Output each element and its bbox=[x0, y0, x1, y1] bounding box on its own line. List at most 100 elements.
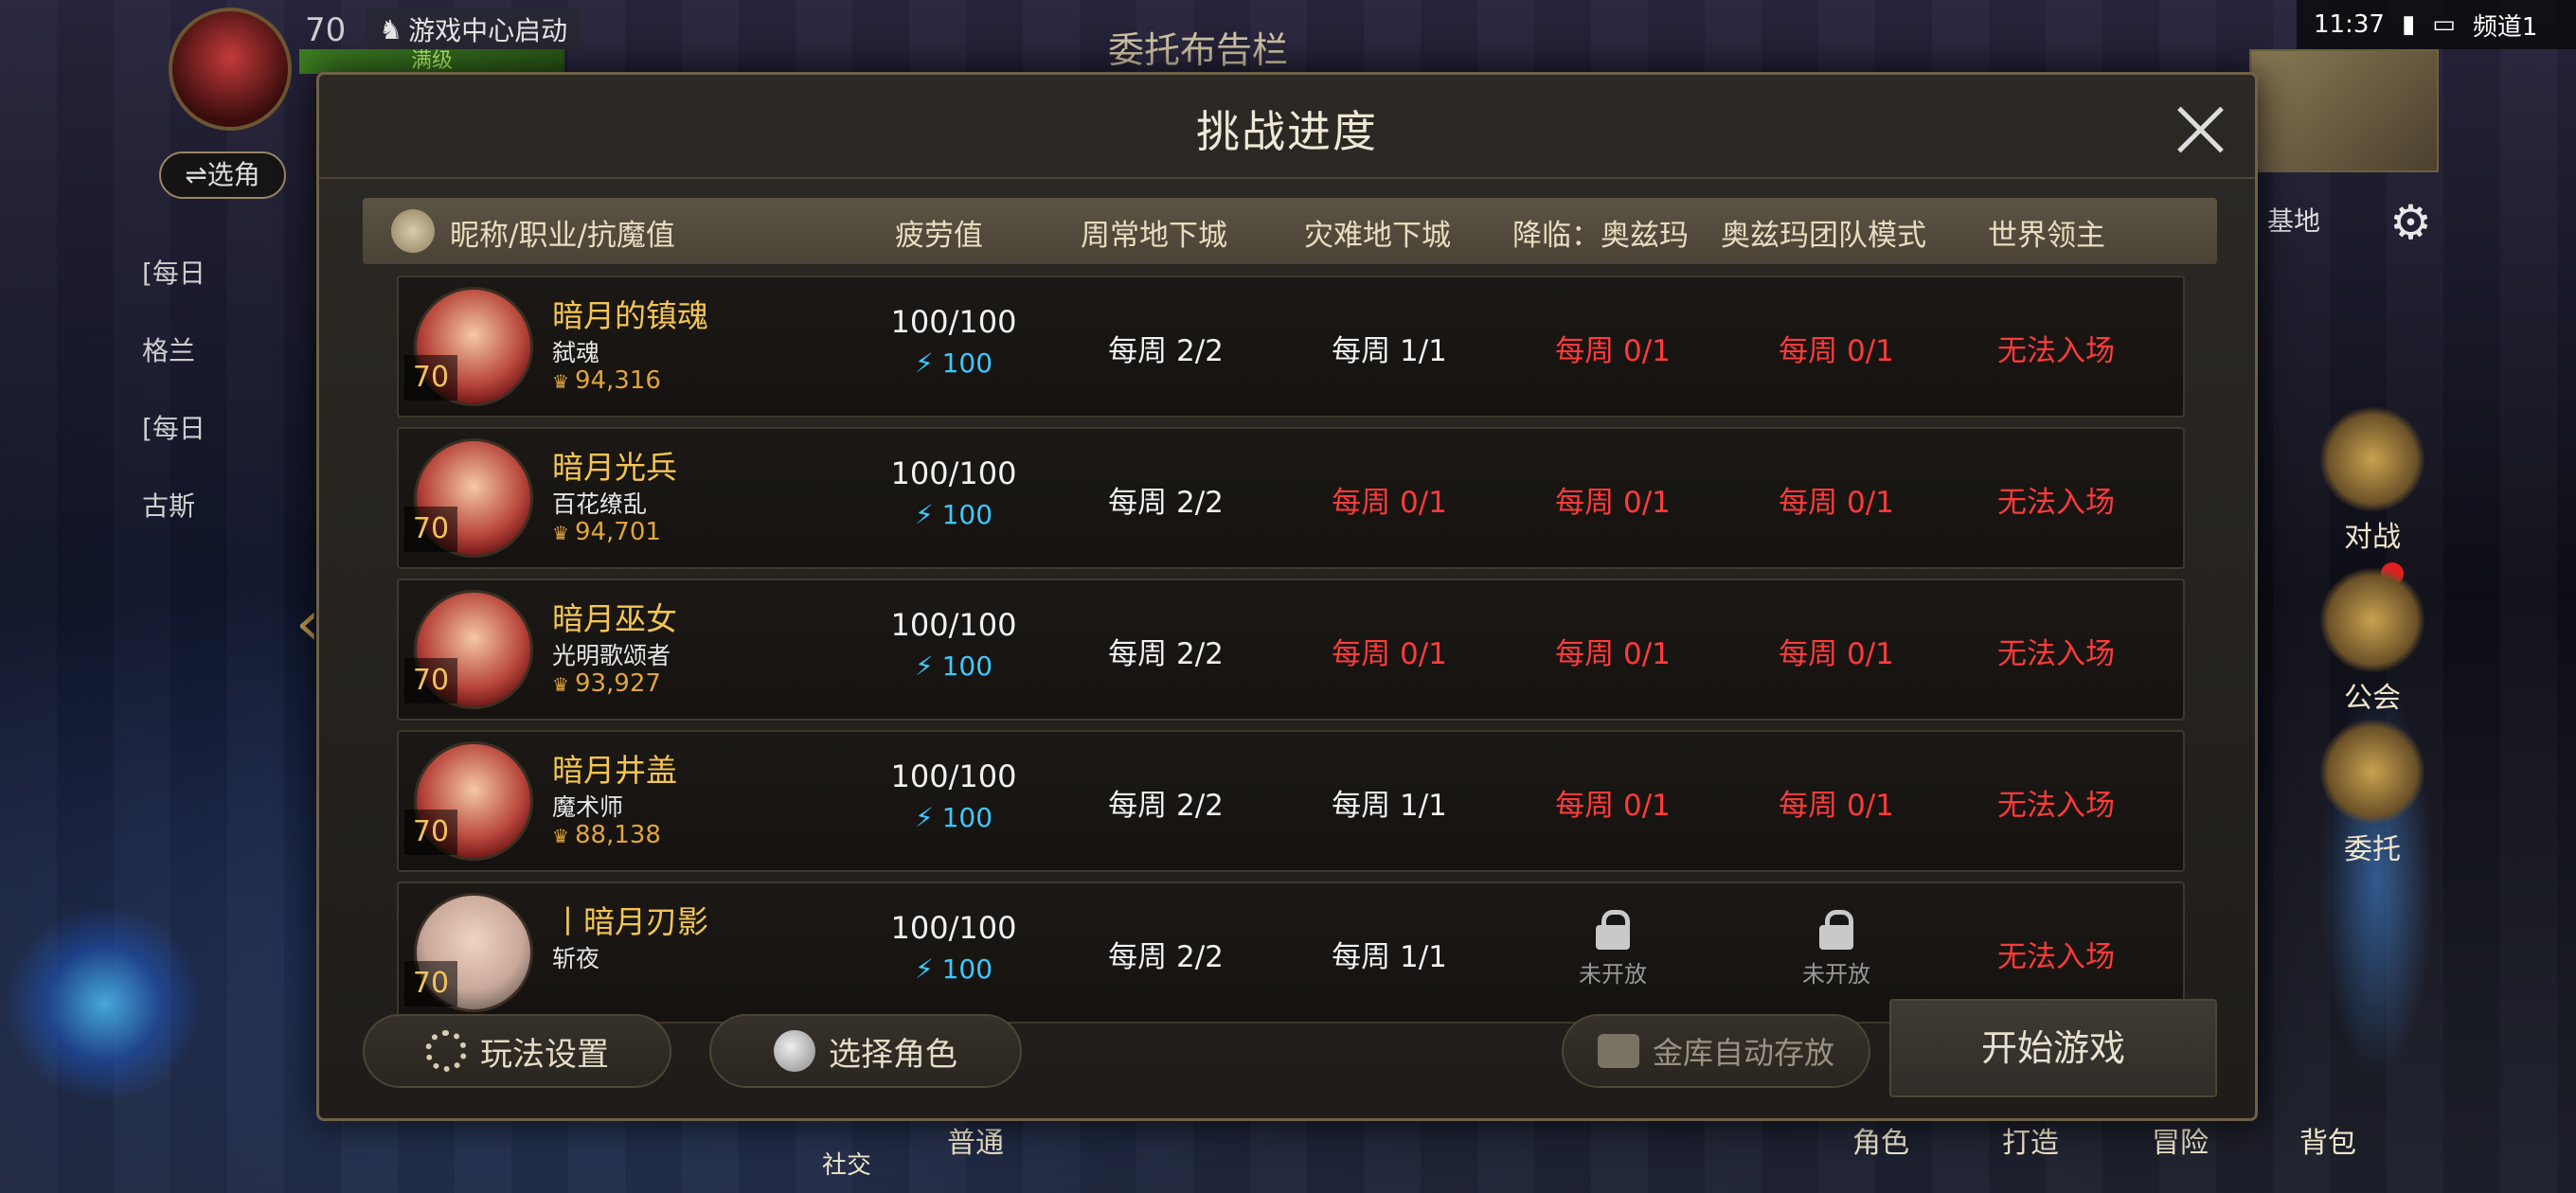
character-job: 光明歌颂者 bbox=[552, 642, 671, 669]
commission-button[interactable]: 委托 bbox=[2311, 720, 2434, 867]
lock-icon bbox=[1819, 910, 1853, 950]
guild-button[interactable]: 公会 bbox=[2311, 568, 2434, 716]
disaster-dungeon-status: 每周 1/1 bbox=[1332, 789, 1447, 823]
status-bar: 11:37 ▮ ▭ 频道1 bbox=[2297, 0, 2576, 49]
character-power: ♛ 94,316 bbox=[552, 366, 661, 395]
col-name: 昵称/职业/抗魔值 bbox=[450, 219, 675, 253]
vault-auto-deposit-button[interactable]: 金库自动存放 bbox=[1562, 1014, 1870, 1088]
fatigue-value: 100/100 bbox=[890, 304, 1017, 340]
world-boss-status: 无法入场 bbox=[1997, 940, 2115, 974]
dialog-header: 挑战进度 bbox=[319, 75, 2255, 179]
lightning-icon: ⚡ bbox=[914, 802, 934, 833]
quest-item[interactable]: [每日 bbox=[142, 256, 313, 292]
base-label[interactable]: 基地 bbox=[2267, 201, 2320, 239]
adventure-button[interactable]: 冒险 bbox=[2152, 1119, 2209, 1161]
character-name: 暗月巫女 bbox=[552, 600, 677, 637]
player-avatar[interactable] bbox=[169, 8, 292, 131]
quest-item[interactable]: 格兰 bbox=[142, 333, 313, 369]
normal-dungeon-status: 每周 2/2 bbox=[1108, 334, 1224, 368]
world-boss-status: 无法入场 bbox=[1997, 637, 2115, 671]
world-boss-status: 无法入场 bbox=[1997, 334, 2115, 368]
fatigue-bonus-value: 100 bbox=[941, 802, 993, 833]
start-game-button[interactable]: 开始游戏 bbox=[1889, 999, 2217, 1097]
quest-item[interactable]: [每日 bbox=[142, 411, 313, 447]
character-level: 70 bbox=[404, 355, 457, 401]
minimap[interactable] bbox=[2249, 49, 2439, 172]
character-power: ♛ 93,927 bbox=[552, 669, 661, 698]
disaster-dungeon-status: 每周 0/1 bbox=[1332, 486, 1447, 520]
descent-status: 每周 0/1 bbox=[1555, 789, 1671, 823]
player-level: 70 bbox=[305, 11, 347, 49]
character-level: 70 bbox=[404, 507, 457, 552]
crossed-swords-icon bbox=[2320, 407, 2424, 511]
notice-board-icon bbox=[2320, 720, 2424, 824]
character-icon bbox=[774, 1030, 815, 1072]
character-table[interactable]: 70 暗月的镇魂 弑魂 ♛ 94,316 100/100 ⚡ 100 每周 2/2… bbox=[397, 276, 2185, 1054]
craft-button[interactable]: 打造 bbox=[2002, 1119, 2059, 1161]
fatigue-bonus: ⚡ 100 bbox=[859, 802, 1048, 833]
fatigue-bonus-value: 100 bbox=[941, 499, 993, 530]
battery-icon: ▭ bbox=[2432, 10, 2456, 39]
character-level: 70 bbox=[404, 810, 457, 855]
power-value: 94,316 bbox=[574, 366, 661, 395]
signal-icon: ▮ bbox=[2401, 10, 2416, 39]
channel-label[interactable]: 频道1 bbox=[2473, 8, 2538, 43]
table-row[interactable]: 70 暗月井盖 魔术师 ♛ 88,138 100/100 ⚡ 100 每周 2/2… bbox=[397, 730, 2185, 872]
quest-item[interactable]: 古斯 bbox=[142, 489, 313, 525]
col-normal: 周常地下城 bbox=[1081, 219, 1227, 253]
table-row[interactable]: 70 暗月的镇魂 弑魂 ♛ 94,316 100/100 ⚡ 100 每周 2/2… bbox=[397, 276, 2185, 418]
normal-chat-button[interactable]: 普通 bbox=[947, 1119, 1004, 1161]
gear-icon[interactable]: ⚙ bbox=[2389, 195, 2432, 250]
lock-icon bbox=[1596, 910, 1630, 950]
table-row[interactable]: 70 暗月光兵 百花缭乱 ♛ 94,701 100/100 ⚡ 100 每周 2/… bbox=[397, 427, 2185, 569]
power-icon: ♛ bbox=[552, 522, 569, 544]
column-header: 昵称/职业/抗魔值 疲劳值 周常地下城 灾难地下城 降临：奥兹玛 奥兹玛团队模式… bbox=[363, 198, 2217, 264]
bag-button[interactable]: 背包 bbox=[2299, 1119, 2356, 1161]
raid-status: 每周 0/1 bbox=[1779, 789, 1894, 823]
lightning-icon: ⚡ bbox=[914, 953, 934, 985]
character-button[interactable]: 角色 bbox=[1852, 1119, 1909, 1161]
power-value: 88,138 bbox=[574, 821, 661, 849]
fatigue-bonus-value: 100 bbox=[941, 650, 993, 682]
commission-label: 委托 bbox=[2344, 833, 2401, 866]
clock: 11:37 bbox=[2314, 10, 2385, 39]
power-icon: ♛ bbox=[552, 673, 569, 696]
social-button[interactable]: 社交 bbox=[822, 1146, 871, 1181]
power-value: 94,701 bbox=[574, 518, 661, 546]
character-name: 暗月光兵 bbox=[552, 449, 677, 486]
power-icon: ♛ bbox=[552, 825, 569, 847]
sort-icon[interactable] bbox=[391, 209, 435, 253]
lightning-icon: ⚡ bbox=[914, 650, 934, 682]
fatigue-value: 100/100 bbox=[890, 607, 1017, 643]
power-icon: ♛ bbox=[552, 370, 569, 393]
switch-role-button[interactable]: ⇌选角 bbox=[159, 151, 286, 199]
disaster-dungeon-status: 每周 1/1 bbox=[1332, 334, 1447, 368]
character-power: ♛ 94,701 bbox=[552, 518, 661, 546]
descent-status: 每周 0/1 bbox=[1555, 486, 1671, 520]
table-row[interactable]: 70 暗月巫女 光明歌颂者 ♛ 93,927 100/100 ⚡ 100 每周 2… bbox=[397, 579, 2185, 721]
fatigue-value: 100/100 bbox=[890, 758, 1017, 794]
character-power: ♛ 88,138 bbox=[552, 821, 661, 849]
gameplay-settings-button[interactable]: 玩法设置 bbox=[363, 1014, 671, 1088]
board-title: 委托布告栏 bbox=[1108, 29, 1289, 71]
col-fatigue: 疲劳值 bbox=[895, 219, 983, 253]
dialog-title: 挑战进度 bbox=[1196, 106, 1378, 157]
fatigue-value: 100/100 bbox=[890, 455, 1017, 491]
max-level-bar: 满级 bbox=[299, 49, 564, 74]
fatigue-bonus: ⚡ 100 bbox=[859, 953, 1048, 985]
character-job: 斩夜 bbox=[552, 945, 600, 972]
game-center-launch-button[interactable]: ♞ 游戏中心启动 bbox=[366, 8, 581, 51]
character-job: 魔术师 bbox=[552, 793, 624, 821]
disaster-dungeon-status: 每周 0/1 bbox=[1332, 637, 1447, 671]
close-icon[interactable] bbox=[2174, 103, 2227, 156]
world-boss-status: 无法入场 bbox=[1997, 486, 2115, 520]
battle-button[interactable]: 对战 bbox=[2311, 407, 2434, 555]
guild-shield-icon bbox=[2320, 568, 2424, 672]
character-job: 百花缭乱 bbox=[552, 490, 648, 518]
raid-status: 每周 0/1 bbox=[1779, 486, 1894, 520]
descent-status: 每周 0/1 bbox=[1555, 334, 1671, 368]
character-level: 70 bbox=[404, 961, 457, 1006]
select-role-button[interactable]: 选择角色 bbox=[709, 1014, 1022, 1088]
fatigue-bonus: ⚡ 100 bbox=[859, 347, 1048, 379]
raid-status: 每周 0/1 bbox=[1779, 637, 1894, 671]
